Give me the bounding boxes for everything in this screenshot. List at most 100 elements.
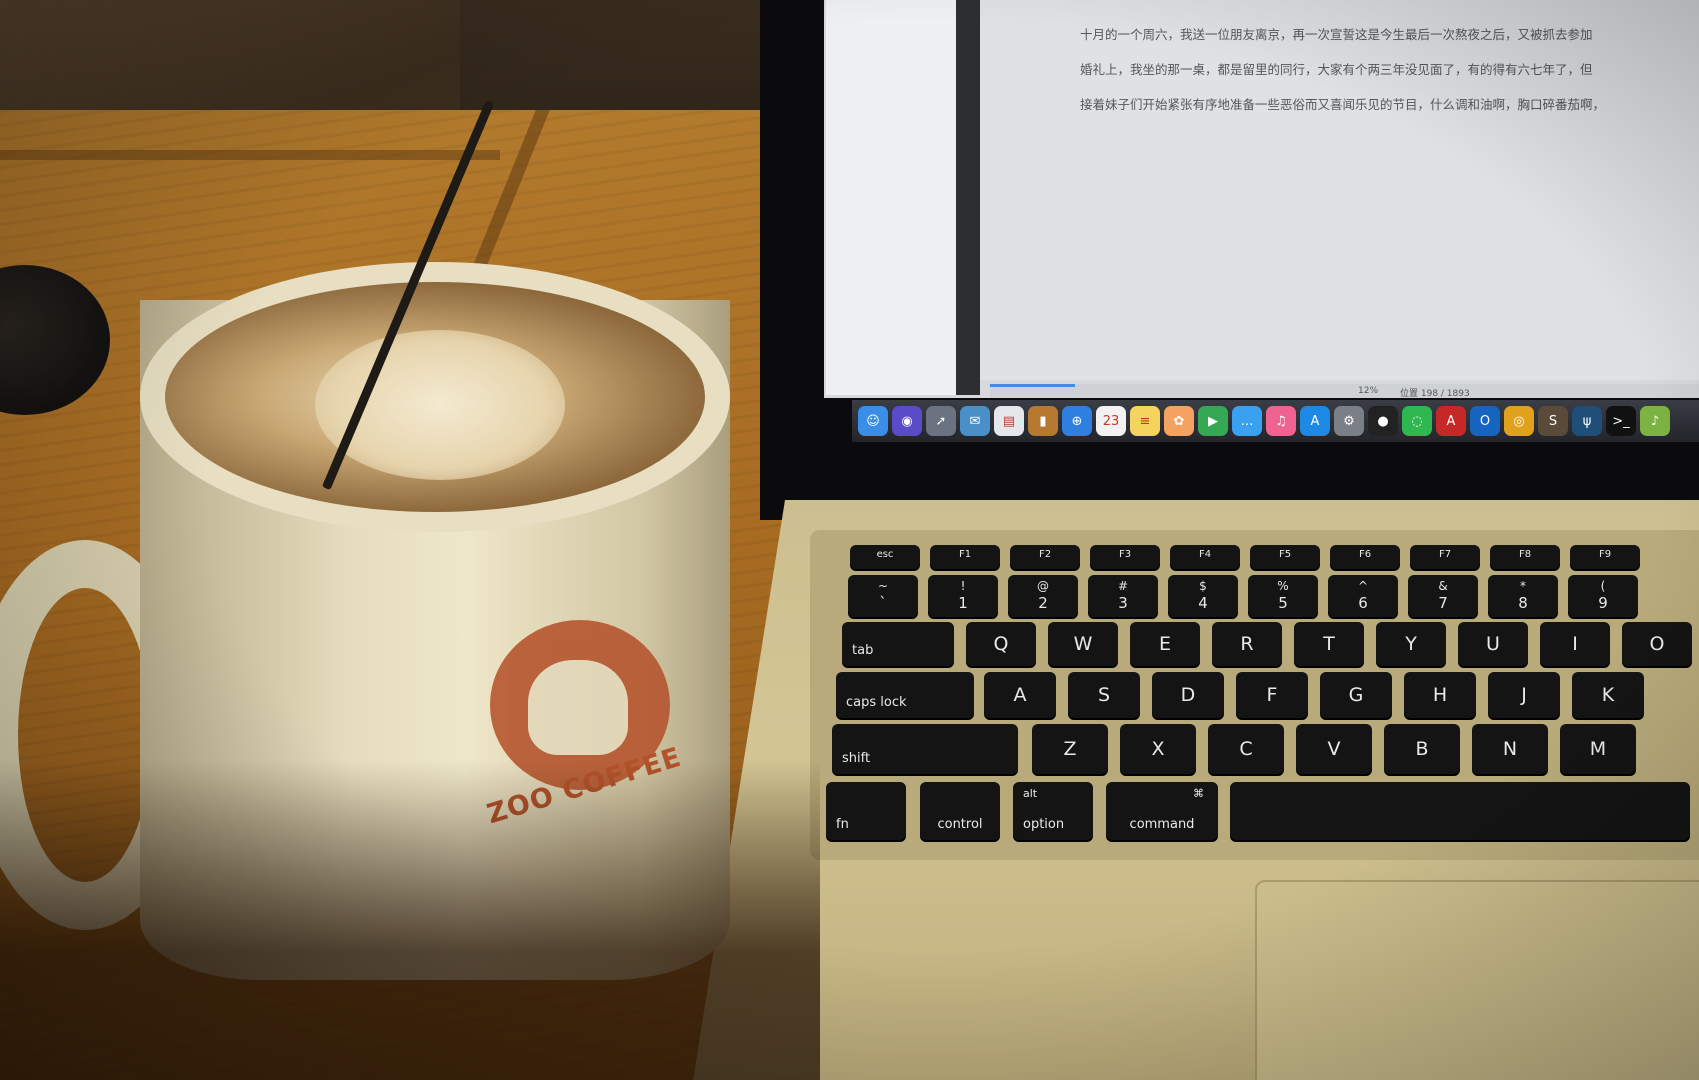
letter-key[interactable]: Q [966, 622, 1036, 666]
space-bar[interactable] [1230, 782, 1690, 840]
letter-key[interactable]: B [1384, 724, 1460, 774]
letter-key[interactable]: E [1130, 622, 1200, 666]
command-icon: ⌘ [1193, 787, 1204, 800]
number-key[interactable]: @2 [1008, 575, 1078, 617]
letter-key[interactable]: N [1472, 724, 1548, 774]
books-icon[interactable]: ▮ [1028, 406, 1058, 436]
number-key[interactable]: (9 [1568, 575, 1638, 617]
notes-icon[interactable]: ≡ [1130, 406, 1160, 436]
number-key[interactable]: ! 1 [928, 575, 998, 617]
function-key[interactable]: esc [850, 545, 920, 569]
function-key[interactable]: F2 [1010, 545, 1080, 569]
system-preferences-icon[interactable]: ⚙ [1334, 406, 1364, 436]
app-store-icon[interactable]: A [1300, 406, 1330, 436]
key-label: Z [1063, 738, 1077, 760]
letter-key[interactable]: A [984, 672, 1056, 718]
function-key[interactable]: F9 [1570, 545, 1640, 569]
key-label: 5 [1278, 594, 1288, 612]
option-key[interactable]: alt option [1013, 782, 1093, 840]
reading-progress-bar[interactable] [990, 384, 1076, 387]
caps-lock-key[interactable]: caps lock [836, 672, 974, 718]
calendar-icon[interactable]: 23 [1096, 406, 1126, 436]
key-sup-label: alt [1023, 787, 1038, 800]
document-paragraph: 接着妹子们开始紧张有序地准备一些恶俗而又喜闻乐见的节目，什么调和油啊，胸口碎番茄… [1080, 97, 1606, 112]
function-key[interactable]: F5 [1250, 545, 1320, 569]
outlook-icon[interactable]: O [1470, 406, 1500, 436]
letter-key[interactable]: C [1208, 724, 1284, 774]
finder-icon[interactable]: ☺ [858, 406, 888, 436]
letter-key[interactable]: V [1296, 724, 1372, 774]
number-key[interactable]: ~ ` [848, 575, 918, 617]
key-label: F4 [1198, 549, 1212, 560]
function-key[interactable]: F1 [930, 545, 1000, 569]
function-key[interactable]: F7 [1410, 545, 1480, 569]
key-shift-label: % [1277, 579, 1289, 593]
sublime-icon[interactable]: S [1538, 406, 1568, 436]
key-label: 3 [1118, 594, 1128, 612]
number-key[interactable]: #3 [1088, 575, 1158, 617]
document-gutter [956, 0, 980, 395]
letter-key[interactable]: F [1236, 672, 1308, 718]
document-left-page [826, 0, 956, 395]
chrome-icon[interactable]: ◎ [1504, 406, 1534, 436]
fn-key[interactable]: fn [826, 782, 906, 840]
letter-key[interactable]: X [1120, 724, 1196, 774]
letter-key[interactable]: S [1068, 672, 1140, 718]
key-shift-label: @ [1037, 579, 1049, 593]
letter-key[interactable]: O [1622, 622, 1692, 666]
music-app-icon[interactable]: ♪ [1640, 406, 1670, 436]
itunes-icon[interactable]: ♫ [1266, 406, 1296, 436]
launchpad-icon[interactable]: ➚ [926, 406, 956, 436]
function-key[interactable]: F4 [1170, 545, 1240, 569]
dock: ☺ ◉ ➚ ✉ ▤ ▮ ⊕ 23 ≡ ✿ ▶… ♫ A ⚙ ● ◌ A O ◎ Sψ >_ ♪ [852, 400, 1699, 442]
letter-key[interactable]: Z [1032, 724, 1108, 774]
trackpad[interactable] [1255, 880, 1699, 1080]
acrobat-icon[interactable]: A [1436, 406, 1466, 436]
number-key[interactable]: * 8 [1488, 575, 1558, 617]
preview-icon[interactable]: ▤ [994, 406, 1024, 436]
key-label: M [1589, 738, 1607, 760]
letter-key[interactable]: I [1540, 622, 1610, 666]
letter-key[interactable]: H [1404, 672, 1476, 718]
key-shift-label: $ [1199, 579, 1207, 593]
messages-icon[interactable]: … [1232, 406, 1262, 436]
letter-key[interactable]: R [1212, 622, 1282, 666]
tab-key[interactable]: tab [842, 622, 954, 666]
key-shift-label: ^ [1357, 579, 1369, 593]
letter-key[interactable]: G [1320, 672, 1392, 718]
key-label: R [1240, 633, 1254, 655]
number-key[interactable]: ^ 6 [1328, 575, 1398, 617]
qq-icon[interactable]: ● [1368, 406, 1398, 436]
letter-key[interactable]: J [1488, 672, 1560, 718]
table-shadow [0, 760, 820, 1080]
command-key[interactable]: ⌘ command [1106, 782, 1218, 840]
letter-key[interactable]: W [1048, 622, 1118, 666]
letter-key[interactable]: D [1152, 672, 1224, 718]
terminal-icon[interactable]: >_ [1606, 406, 1636, 436]
key-label: F7 [1438, 549, 1452, 560]
document-text: 十月的一个周六，我送一位朋友离京，再一次宣誓这是今生最后一次熬夜之后，又被抓去参… [1055, 22, 1699, 352]
facetime-icon[interactable]: ▶ [1198, 406, 1228, 436]
letter-key[interactable]: K [1572, 672, 1644, 718]
siri-icon[interactable]: ◉ [892, 406, 922, 436]
key-label: I [1572, 633, 1578, 655]
photos-icon[interactable]: ✿ [1164, 406, 1194, 436]
key-label: W [1073, 633, 1093, 655]
function-key[interactable]: F3 [1090, 545, 1160, 569]
number-key[interactable]: & 7 [1408, 575, 1478, 617]
mail-stamp-icon[interactable]: ✉ [960, 406, 990, 436]
sourcetree-icon[interactable]: ψ [1572, 406, 1602, 436]
shift-key[interactable]: shift [832, 724, 1018, 774]
letter-key[interactable]: M [1560, 724, 1636, 774]
wechat-icon[interactable]: ◌ [1402, 406, 1432, 436]
number-key[interactable]: $4 [1168, 575, 1238, 617]
function-key[interactable]: F8 [1490, 545, 1560, 569]
letter-key[interactable]: Y [1376, 622, 1446, 666]
letter-key[interactable]: T [1294, 622, 1364, 666]
number-key[interactable]: % 5 [1248, 575, 1318, 617]
safari-icon[interactable]: ⊕ [1062, 406, 1092, 436]
function-key[interactable]: F6 [1330, 545, 1400, 569]
control-key[interactable]: control [920, 782, 1000, 840]
key-label: K [1601, 684, 1615, 706]
letter-key[interactable]: U [1458, 622, 1528, 666]
